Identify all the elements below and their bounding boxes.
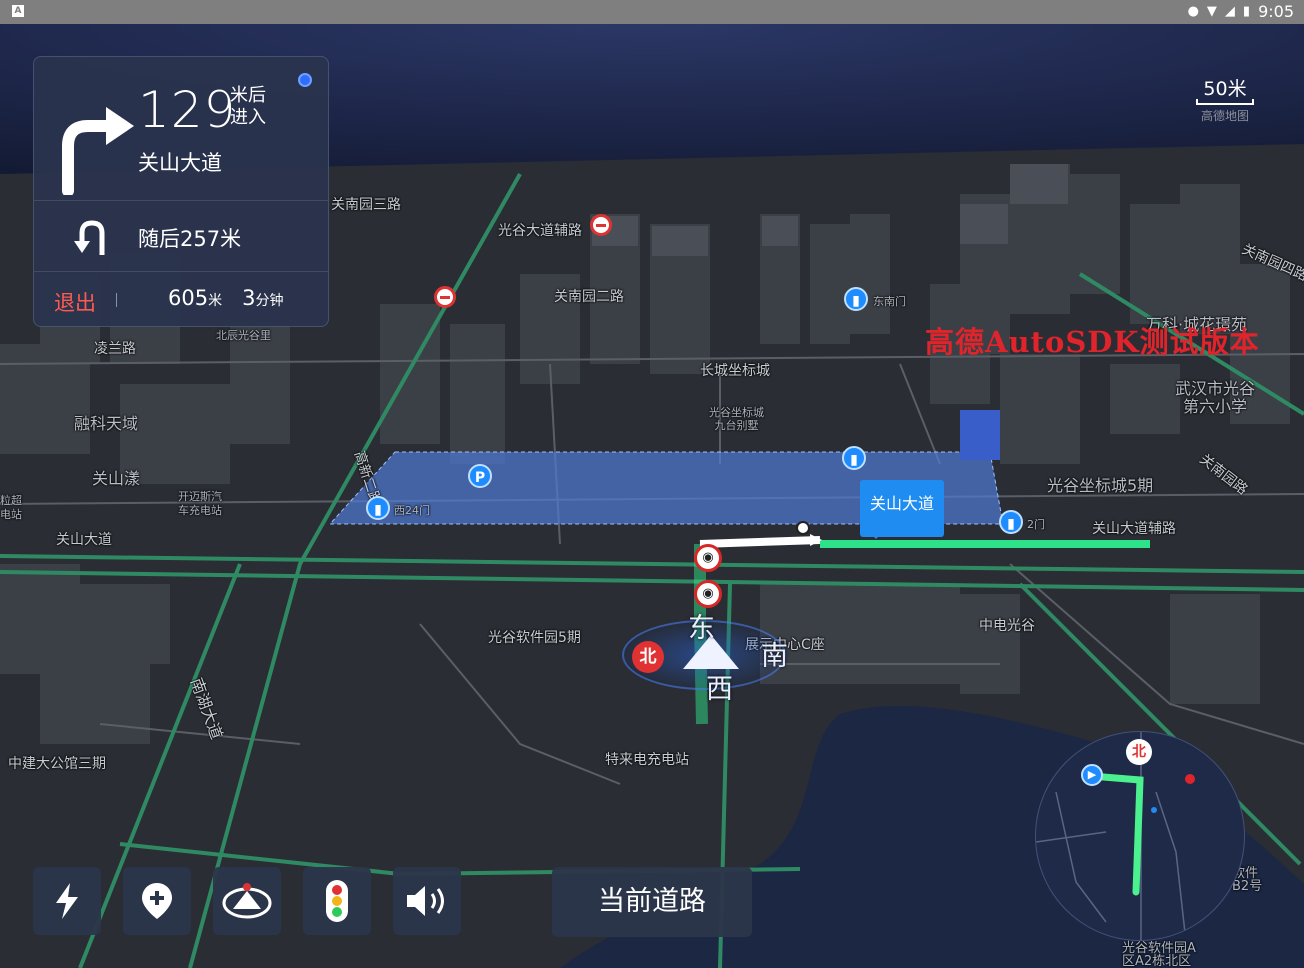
road-label-guanggu-fulu: 光谷大道辅路 xyxy=(498,223,582,239)
poi-label-jiutai: 光谷坐标城 九台别墅 xyxy=(709,406,764,432)
status-bar: A ● ▼ ◢ ▮ 9:05 xyxy=(0,0,1304,24)
poi-label-zhongjian: 中建大公馆三期 xyxy=(8,756,106,772)
gate-poi-icon[interactable]: ▮ xyxy=(999,510,1023,534)
road-label-guannan3: 关南园三路 xyxy=(331,197,401,213)
speed-camera-icon: ◉ xyxy=(694,580,722,608)
poi-label-software-a: 光谷软件园A 区A2栋北区 xyxy=(1122,941,1196,968)
poi-label-tele: 特来电充电站 xyxy=(605,752,689,768)
poi-label-zhongdian: 中电光谷 xyxy=(979,618,1035,634)
map-scale: 50米 高德地图 xyxy=(1196,74,1254,124)
poi-label-dongnanmen: 东南门 xyxy=(873,295,906,308)
current-road-button[interactable]: 当前道路 xyxy=(552,867,752,937)
area-label-guanggu5: 光谷坐标城5期 xyxy=(1047,476,1154,495)
divider xyxy=(34,271,328,272)
minimap-north-icon: 北 xyxy=(1126,739,1152,765)
turn-guidance-panel: 129 米后 进入 关山大道 随后257米 退出 605米 3分钟 xyxy=(33,56,329,327)
gate-poi-icon[interactable]: ▮ xyxy=(366,496,390,520)
turn-right-icon xyxy=(62,107,134,195)
road-label-guanshan: 关山大道 xyxy=(56,532,112,548)
road-label-lingnan: 凌兰路 xyxy=(94,341,136,357)
traffic-light-icon xyxy=(326,880,348,922)
add-poi-button[interactable] xyxy=(123,867,191,935)
no-entry-icon xyxy=(590,214,612,236)
battery-icon: ▮ xyxy=(1242,4,1251,19)
remaining-distance: 605 xyxy=(168,286,209,310)
system-icons: ● ▼ ◢ ▮ 9:05 xyxy=(1188,2,1294,21)
traffic-button[interactable] xyxy=(303,867,371,935)
poi-label-beichen: 北辰光谷里 xyxy=(216,329,271,342)
compass-north: 北 xyxy=(632,641,664,673)
remaining-time-unit: 分钟 xyxy=(255,293,284,309)
separator xyxy=(116,293,117,307)
sdk-watermark: 高德AutoSDK测试版本 xyxy=(925,325,1260,359)
view-mode-button[interactable] xyxy=(213,867,281,935)
area-label-changcheng: 长城坐标城 xyxy=(700,363,770,379)
remaining-time: 3 xyxy=(242,286,256,310)
distance-unit: 米后 进入 xyxy=(230,85,266,129)
road-label-fulu: 关山大道辅路 xyxy=(1092,521,1176,537)
poi-label-kaimai: 开迈斯汽 车充电站 xyxy=(178,490,222,517)
distance-unit-top: 米后 xyxy=(230,85,266,106)
charging-button[interactable] xyxy=(33,867,101,935)
area-label-rongke: 融科天域 xyxy=(74,414,139,433)
poi-label-wuhan-school: 武汉市光谷 第六小学 xyxy=(1175,379,1256,416)
location-icon: ● xyxy=(1187,4,1199,19)
poi-label-west24: 西24门 xyxy=(394,504,430,517)
next-road-name: 关山大道 xyxy=(138,151,222,175)
no-entry-icon xyxy=(434,286,456,308)
remaining-info: 605米 3分钟 xyxy=(168,286,284,310)
status-time: 9:05 xyxy=(1258,2,1294,21)
volume-icon xyxy=(407,886,444,916)
compass-west: 西 xyxy=(706,674,733,705)
distance-value: 129 xyxy=(138,81,237,139)
compass-east: 东 xyxy=(688,613,715,644)
exit-navigation-button[interactable]: 退出 xyxy=(54,287,96,317)
distance-unit-bottom: 进入 xyxy=(230,107,266,128)
road-name-callout: 关山大道 xyxy=(860,480,944,539)
wifi-icon: ▼ xyxy=(1206,4,1217,19)
speed-camera-icon: ◉ xyxy=(694,544,722,572)
add-location-icon xyxy=(142,883,172,919)
volume-button[interactable] xyxy=(393,867,461,935)
lightning-icon xyxy=(56,883,78,919)
poi-label-gate2: 2门 xyxy=(1027,518,1045,531)
scale-value: 50米 xyxy=(1203,78,1247,100)
amap-logo: 高德地图 xyxy=(1200,109,1249,123)
route-turn-arrow xyxy=(699,536,821,548)
minimap-start-icon: ▶ xyxy=(1081,764,1103,786)
divider xyxy=(34,200,328,201)
gps-status-icon xyxy=(298,73,312,87)
u-turn-icon xyxy=(74,220,105,255)
remaining-distance-unit: 米 xyxy=(208,293,223,309)
signal-icon: ◢ xyxy=(1224,4,1235,19)
app-notification-icon: A xyxy=(12,5,24,17)
highlight-building xyxy=(960,410,1000,460)
area-label-guanshanyang: 关山漾 xyxy=(92,469,141,488)
view-mode-icon xyxy=(222,883,272,919)
next-maneuver-text: 随后257米 xyxy=(138,227,242,251)
gate-poi-icon[interactable]: ▮ xyxy=(844,287,868,311)
route-waypoint xyxy=(796,521,810,535)
poi-label-software5: 光谷软件园5期 xyxy=(488,630,581,646)
gate-poi-icon[interactable]: ▮ xyxy=(842,446,866,470)
compass-south: 南 xyxy=(761,641,788,672)
road-label-guannan2: 关南园二路 xyxy=(554,289,624,305)
poi-label-lachao: 粒超 电站 xyxy=(0,494,22,521)
parking-poi-icon[interactable]: P xyxy=(468,464,492,488)
